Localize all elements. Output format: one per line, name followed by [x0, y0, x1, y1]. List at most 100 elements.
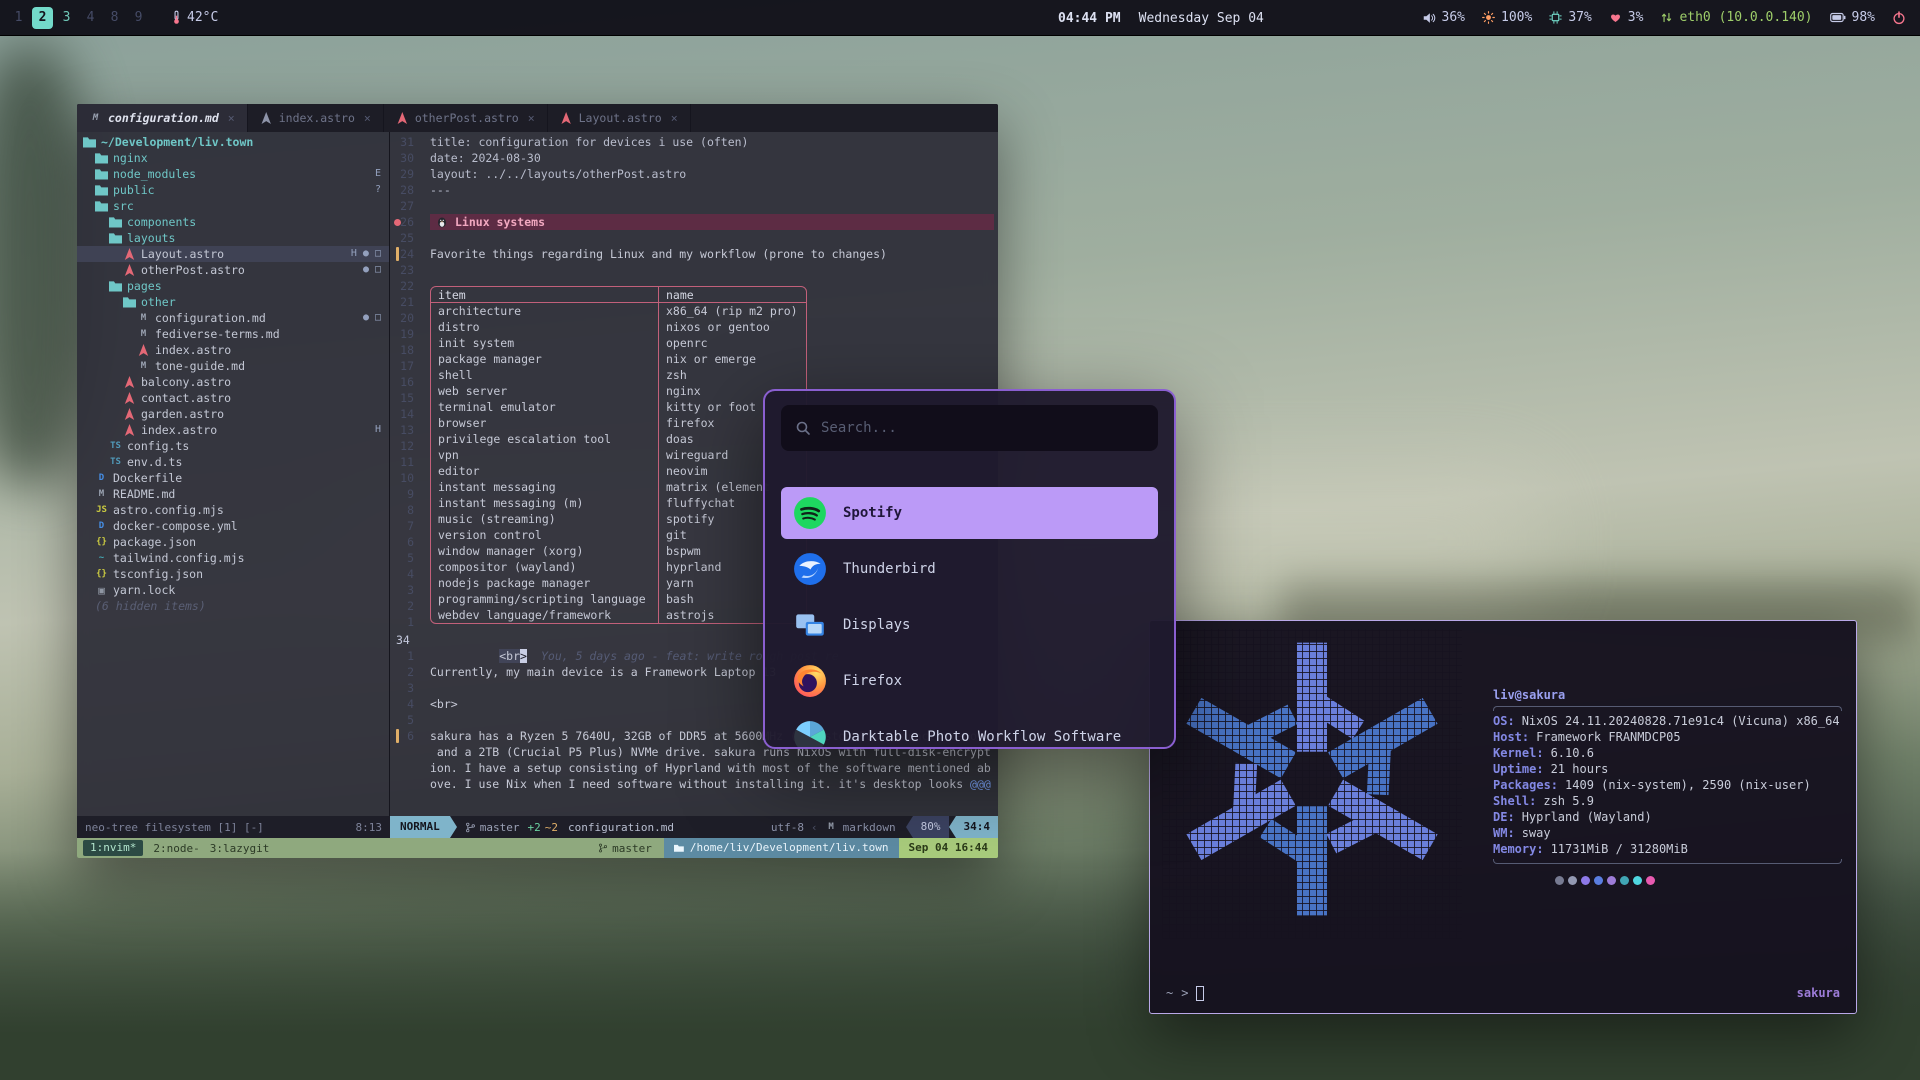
- tree-item-public[interactable]: public?: [77, 182, 389, 198]
- fastfetch-output: liv@sakura OS:NixOS 24.11.20240828.71e91…: [1493, 687, 1842, 885]
- table-row[interactable]: music (streaming)spotify: [431, 511, 806, 527]
- table-row[interactable]: web servernginx: [431, 383, 806, 399]
- tree-item-fediverse-terms-md[interactable]: Mfediverse-terms.md: [77, 326, 389, 342]
- markdown-h1-heading[interactable]: Linux systems: [430, 214, 994, 230]
- markdown-icon: M: [89, 112, 102, 125]
- tree-item-src[interactable]: src: [77, 198, 389, 214]
- table-row[interactable]: browserfirefox: [431, 415, 806, 431]
- text-cursor: >: [520, 649, 527, 663]
- table-row[interactable]: editorneovim: [431, 463, 806, 479]
- tree-item-index-astro[interactable]: index.astroH: [77, 422, 389, 438]
- tree-item-tone-guide-md[interactable]: Mtone-guide.md: [77, 358, 389, 374]
- astro-icon: [260, 112, 273, 125]
- separator: ‹: [811, 821, 818, 834]
- tree-item-package-json[interactable]: {}package.json: [77, 534, 389, 550]
- table-row[interactable]: distronixos or gentoo: [431, 319, 806, 335]
- power-menu[interactable]: [1892, 11, 1906, 25]
- table-row[interactable]: webdev language/frameworkastrojs: [431, 607, 806, 623]
- frontmatter-block[interactable]: title: configuration for devices i use (…: [430, 134, 998, 198]
- table-row[interactable]: terminal emulatorkitty or foot: [431, 399, 806, 415]
- table-row[interactable]: package managernix or emerge: [431, 351, 806, 367]
- shell-prompt[interactable]: ~ >: [1166, 985, 1204, 1001]
- tree-item-layouts[interactable]: layouts: [77, 230, 389, 246]
- close-icon[interactable]: ×: [364, 111, 371, 125]
- table-row[interactable]: instant messagingmatrix (element: [431, 479, 806, 495]
- table-row[interactable]: compositor (wayland)hyprland: [431, 559, 806, 575]
- battery-widget[interactable]: 98%: [1830, 10, 1875, 25]
- tmux-window-nvim[interactable]: 1:nvim*: [83, 840, 143, 856]
- buffer-line[interactable]: ion. I have a setup consisting of Hyprla…: [430, 760, 998, 776]
- tab-otherpost-astro[interactable]: otherPost.astro ×: [384, 104, 548, 132]
- tree-item-pages[interactable]: pages: [77, 278, 389, 294]
- git-status-badge: ● □: [363, 262, 381, 278]
- tree-item-other[interactable]: other: [77, 294, 389, 310]
- table-row[interactable]: version controlgit: [431, 527, 806, 543]
- table-row[interactable]: instant messaging (m)fluffychat: [431, 495, 806, 511]
- tree-item-nginx[interactable]: nginx: [77, 150, 389, 166]
- markdown-icon: M: [137, 360, 150, 373]
- memory-widget[interactable]: 37%: [1549, 10, 1591, 25]
- terminal-window[interactable]: liv@sakura OS:NixOS 24.11.20240828.71e91…: [1149, 620, 1857, 1014]
- cpu-widget[interactable]: 3%: [1609, 10, 1644, 25]
- kernel-value: 6.10.6: [1551, 745, 1594, 761]
- tree-item-components[interactable]: components: [77, 214, 389, 230]
- table-row[interactable]: architecturex86_64 (rip m2 pro): [431, 303, 806, 319]
- table-row[interactable]: nodejs package manageryarn: [431, 575, 806, 591]
- workspace-4[interactable]: 4: [80, 7, 101, 29]
- tree-item-tsconfig-json[interactable]: {}tsconfig.json: [77, 566, 389, 582]
- tree-item-dockerfile[interactable]: DDockerfile: [77, 470, 389, 486]
- close-icon[interactable]: ×: [528, 111, 535, 125]
- launcher-entry-spotify[interactable]: Spotify: [781, 487, 1158, 539]
- buffer-line[interactable]: Favorite things regarding Linux and my w…: [430, 246, 998, 262]
- volume-widget[interactable]: 36%: [1422, 10, 1465, 25]
- tree-item-balcony-astro[interactable]: balcony.astro: [77, 374, 389, 390]
- table-row[interactable]: vpnwireguard: [431, 447, 806, 463]
- workspace-8[interactable]: 8: [104, 7, 125, 29]
- tree-item-docker-compose-yml[interactable]: Ddocker-compose.yml: [77, 518, 389, 534]
- tree-item-readme-md[interactable]: MREADME.md: [77, 486, 389, 502]
- tab-index-astro[interactable]: index.astro ×: [248, 104, 384, 132]
- tree-item-garden-astro[interactable]: garden.astro: [77, 406, 389, 422]
- tree-item-layout-astro[interactable]: Layout.astroH ● □: [77, 246, 389, 262]
- close-icon[interactable]: ×: [228, 111, 235, 125]
- tree-item-tailwind-config-mjs[interactable]: ~tailwind.config.mjs: [77, 550, 389, 566]
- network-widget[interactable]: eth0 (10.0.0.140): [1660, 10, 1812, 25]
- power-icon: [1892, 11, 1906, 25]
- tab-configuration-md[interactable]: M configuration.md ×: [77, 104, 248, 132]
- tree-item-astro-config-mjs[interactable]: JSastro.config.mjs: [77, 502, 389, 518]
- tmux-window-node[interactable]: 2:node-: [153, 842, 199, 855]
- thunderbird-icon: [793, 552, 827, 586]
- brightness-widget[interactable]: 100%: [1482, 10, 1532, 25]
- tree-item-config-ts[interactable]: TSconfig.ts: [77, 438, 389, 454]
- tree-item-index-astro-other[interactable]: index.astro: [77, 342, 389, 358]
- launcher-entry-darktable[interactable]: Darktable Photo Workflow Software: [781, 711, 1158, 749]
- table-row[interactable]: init systemopenrc: [431, 335, 806, 351]
- tree-item-configuration-md[interactable]: Mconfiguration.md● □: [77, 310, 389, 326]
- tree-item-otherpost-astro[interactable]: otherPost.astro● □: [77, 262, 389, 278]
- tmux-window-lazygit[interactable]: 3:lazygit: [210, 842, 270, 855]
- tab-layout-astro[interactable]: Layout.astro ×: [548, 104, 691, 132]
- tree-root[interactable]: ~/Development/liv.town: [77, 134, 389, 150]
- astro-icon: [123, 424, 136, 437]
- close-icon[interactable]: ×: [671, 111, 678, 125]
- tmux-datetime: Sep 04 16:44: [899, 838, 998, 858]
- tree-item-contact-astro[interactable]: contact.astro: [77, 390, 389, 406]
- workspace-1[interactable]: 1: [8, 7, 29, 29]
- workspace-9[interactable]: 9: [128, 7, 149, 29]
- darktable-icon: [793, 720, 827, 749]
- table-row[interactable]: shellzsh: [431, 367, 806, 383]
- buffer-line[interactable]: ove. I use Nix when I need software with…: [430, 776, 998, 792]
- launcher-search[interactable]: [781, 405, 1158, 451]
- table-row[interactable]: privilege escalation tooldoas: [431, 431, 806, 447]
- launcher-entry-thunderbird[interactable]: Thunderbird: [781, 543, 1158, 595]
- tree-item-env-d-ts[interactable]: TSenv.d.ts: [77, 454, 389, 470]
- tree-item-node-modules[interactable]: node_modulesE: [77, 166, 389, 182]
- workspace-2-active[interactable]: 2: [32, 7, 53, 29]
- tree-item-yarn-lock[interactable]: ▣yarn.lock: [77, 582, 389, 598]
- launcher-entry-displays[interactable]: Displays: [781, 599, 1158, 651]
- table-row[interactable]: programming/scripting languagebash: [431, 591, 806, 607]
- launcher-entry-firefox[interactable]: Firefox: [781, 655, 1158, 707]
- workspace-3[interactable]: 3: [56, 7, 77, 29]
- search-input[interactable]: [821, 420, 1144, 436]
- table-row[interactable]: window manager (xorg)bspwm: [431, 543, 806, 559]
